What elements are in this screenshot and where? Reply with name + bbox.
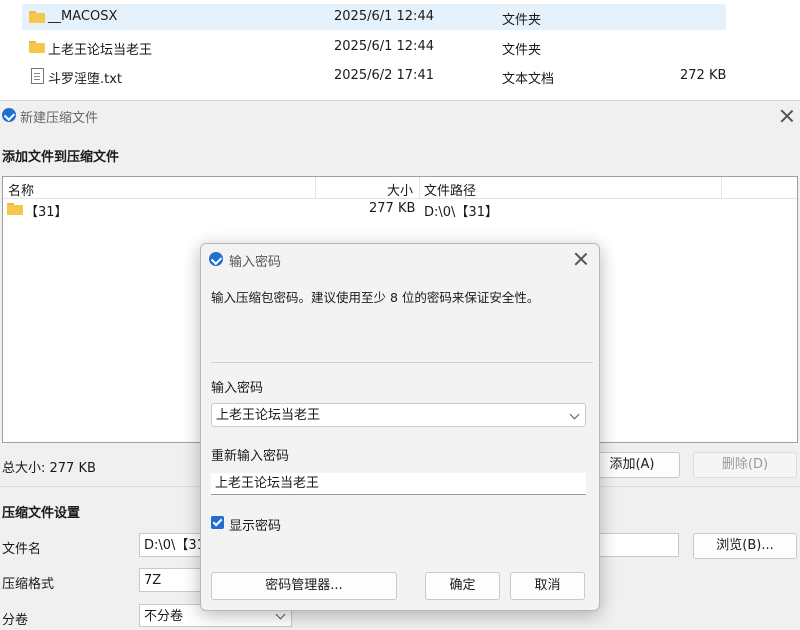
file-name: 【31】 xyxy=(25,205,68,220)
file-size: 277 KB xyxy=(369,201,416,216)
ok-button[interactable]: 确定 xyxy=(425,572,500,600)
password-input-value: 上老王论坛当老王 xyxy=(216,408,321,423)
divider xyxy=(211,362,593,363)
password-label: 输入密码 xyxy=(211,381,264,396)
total-size: 总大小: 277 KB xyxy=(2,461,96,476)
password-input[interactable]: 上老王论坛当老王 xyxy=(211,403,586,427)
show-password-label[interactable]: 显示密码 xyxy=(229,515,281,534)
column-header-name[interactable]: 名称 xyxy=(8,180,34,199)
delete-button[interactable]: 删除(D) xyxy=(693,452,797,478)
chevron-down-icon xyxy=(275,609,286,620)
column-divider xyxy=(419,177,420,198)
split-select-value: 不分卷 xyxy=(144,609,184,624)
column-header-size[interactable]: 大小 xyxy=(387,180,413,199)
format-label: 压缩格式 xyxy=(2,577,55,592)
filename-label: 文件名 xyxy=(2,542,42,557)
show-password-checkbox[interactable] xyxy=(211,516,224,529)
folder-icon xyxy=(29,11,45,23)
explorer-row-type: 文件夹 xyxy=(502,43,542,58)
explorer-row-txt[interactable]: 斗罗淫堕.txt 2025/6/2 17:41 文本文档 272 KB xyxy=(22,63,726,89)
app-logo-icon xyxy=(2,108,16,122)
password-dialog: 输入密码 输入压缩包密码。建议使用至少 8 位的密码来保证安全性。 输入密码 上… xyxy=(200,243,600,611)
explorer-row-folder[interactable]: 上老王论坛当老王 2025/6/1 12:44 文件夹 xyxy=(22,34,726,60)
file-list-row[interactable]: 【31】 277 KB D:\0\【31】 xyxy=(3,199,797,220)
text-document-icon xyxy=(31,68,44,84)
section-archive-settings: 压缩文件设置 xyxy=(2,506,81,521)
split-label: 分卷 xyxy=(2,613,29,628)
cancel-button[interactable]: 取消 xyxy=(510,572,585,600)
explorer-row-type: 文本文档 xyxy=(502,72,555,87)
explorer-row-date: 2025/6/1 12:44 xyxy=(334,39,434,54)
app-logo-icon xyxy=(209,252,223,266)
folder-icon xyxy=(7,203,23,215)
reenter-password-input[interactable]: 上老王论坛当老王 xyxy=(211,473,586,495)
column-divider xyxy=(315,177,316,198)
password-dialog-title: 输入密码 xyxy=(229,255,282,270)
explorer-row-name: 斗罗淫堕.txt xyxy=(48,72,123,87)
close-icon[interactable] xyxy=(780,109,794,123)
password-manager-button[interactable]: 密码管理器... xyxy=(211,572,397,600)
file-list-header: 名称 大小 文件路径 xyxy=(3,177,797,199)
column-divider xyxy=(721,177,722,198)
section-add-files: 添加文件到压缩文件 xyxy=(2,150,120,165)
folder-icon xyxy=(29,41,45,53)
explorer-row-name: __MACOSX xyxy=(48,9,118,24)
browse-button[interactable]: 浏览(B)... xyxy=(693,533,797,559)
explorer-row-date: 2025/6/2 17:41 xyxy=(334,68,434,83)
password-description: 输入压缩包密码。建议使用至少 8 位的密码来保证安全性。 xyxy=(211,290,540,305)
column-header-path[interactable]: 文件路径 xyxy=(424,180,476,199)
reenter-password-label: 重新输入密码 xyxy=(211,449,290,464)
dialog-title: 新建压缩文件 xyxy=(20,111,99,126)
explorer-row-size: 272 KB xyxy=(680,68,727,83)
explorer-row-macosx[interactable]: __MACOSX 2025/6/1 12:44 文件夹 xyxy=(22,4,726,30)
explorer-row-date: 2025/6/1 12:44 xyxy=(334,9,434,24)
close-icon[interactable] xyxy=(574,252,588,266)
explorer-row-type: 文件夹 xyxy=(502,13,542,28)
file-path: D:\0\【31】 xyxy=(424,205,498,220)
chevron-down-icon[interactable] xyxy=(569,409,580,420)
explorer-row-name: 上老王论坛当老王 xyxy=(48,43,153,58)
